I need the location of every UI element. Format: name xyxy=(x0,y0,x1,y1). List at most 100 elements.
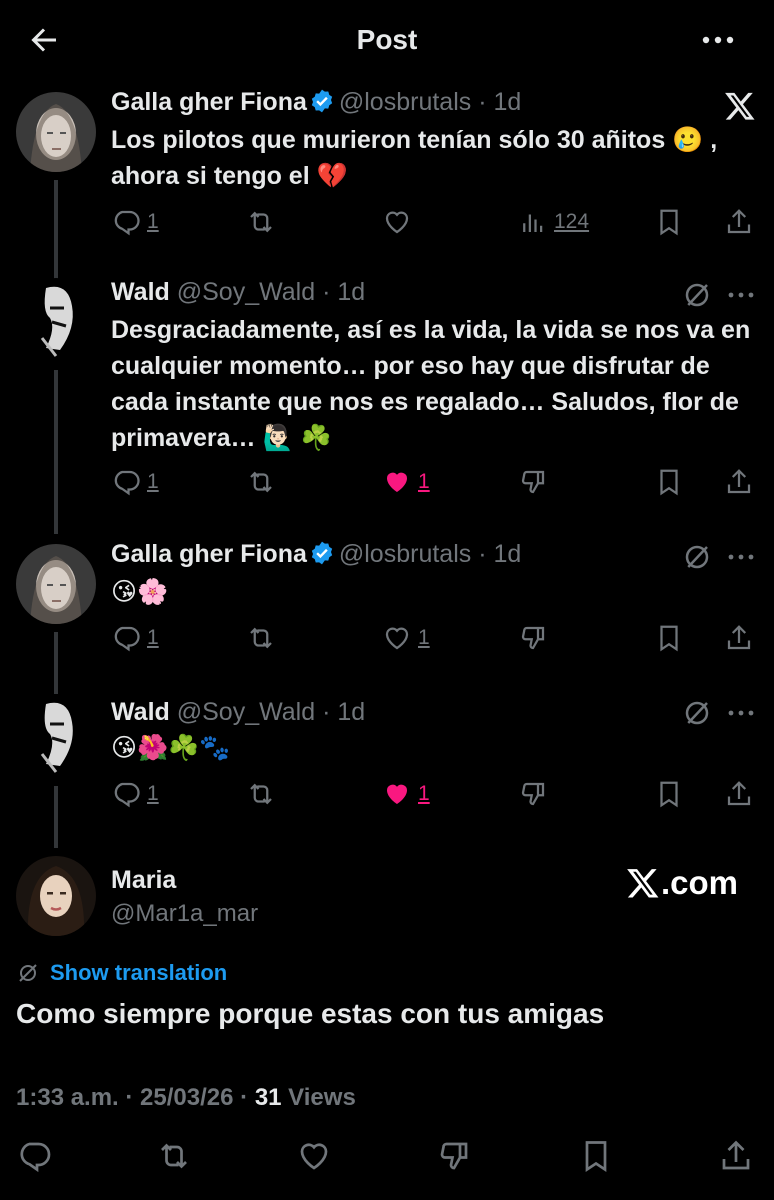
bookmark-button[interactable] xyxy=(654,204,684,240)
views-label: Views xyxy=(281,1084,356,1111)
views-button[interactable]: 124 xyxy=(518,204,589,240)
grok-icon[interactable] xyxy=(682,542,712,572)
avatar[interactable] xyxy=(16,92,96,172)
bookmark-icon xyxy=(660,469,678,496)
timestamp[interactable]: 1d xyxy=(337,278,365,306)
like-button[interactable] xyxy=(382,204,412,240)
reply-icon xyxy=(114,782,140,808)
grok-icon[interactable] xyxy=(682,698,712,728)
avatar[interactable] xyxy=(16,544,96,624)
handle[interactable]: @Mar1a_mar xyxy=(111,900,258,928)
tweet-text: Desgraciadamente, así es la vida, la vid… xyxy=(111,312,751,456)
separator-dot: · xyxy=(478,540,487,568)
dislike-button[interactable] xyxy=(518,776,548,812)
verified-badge-icon xyxy=(311,89,333,113)
reply-button[interactable]: 1 xyxy=(111,204,159,240)
avatar[interactable] xyxy=(16,856,96,936)
share-icon xyxy=(727,469,751,494)
reply-button[interactable]: 1 xyxy=(111,620,159,656)
tweet-text: Los pilotos que murieron tenían sólo 30 … xyxy=(111,122,751,194)
like-button[interactable]: 1 xyxy=(382,620,430,656)
dislike-button[interactable] xyxy=(436,1138,472,1174)
more-icon[interactable] xyxy=(726,548,756,566)
share-button[interactable] xyxy=(724,464,754,500)
share-button[interactable] xyxy=(718,1138,754,1174)
repost-button[interactable] xyxy=(246,464,276,500)
heart-filled-icon xyxy=(387,784,407,804)
separator-dot: · xyxy=(322,698,331,726)
handle[interactable]: @Soy_Wald xyxy=(177,698,315,726)
tweet-header: Galla gher Fiona @losbrutals · 1d xyxy=(111,88,521,117)
timestamp[interactable]: 1d xyxy=(337,698,365,726)
display-name[interactable]: Maria xyxy=(111,866,176,895)
reply-icon xyxy=(114,210,140,236)
display-name[interactable]: Galla gher Fiona xyxy=(111,540,307,568)
repost-button[interactable] xyxy=(246,204,276,240)
handle[interactable]: @losbrutals xyxy=(339,88,471,116)
share-icon xyxy=(727,781,751,806)
views-count: 124 xyxy=(554,210,590,233)
share-button[interactable] xyxy=(724,620,754,656)
bookmark-button[interactable] xyxy=(654,620,684,656)
tweet-header: Wald @Soy_Wald · 1d xyxy=(111,698,365,727)
thread-line xyxy=(54,180,58,280)
views-count: 31 xyxy=(254,1084,282,1111)
like-button[interactable] xyxy=(296,1138,332,1174)
reply-count: 1 xyxy=(147,210,159,233)
reply-icon xyxy=(20,1142,51,1173)
repost-button[interactable] xyxy=(246,620,276,656)
share-button[interactable] xyxy=(724,776,754,812)
tweet-meta: 1:33 a.m. · 25/03/26 · 31 Views xyxy=(16,1084,356,1112)
repost-button[interactable] xyxy=(246,776,276,812)
tweet[interactable]: Wald @Soy_Wald · 1d Desgraciadamente, as… xyxy=(0,276,774,534)
dislike-button[interactable] xyxy=(518,620,548,656)
grok-icon[interactable] xyxy=(682,280,712,310)
like-count: 1 xyxy=(418,470,430,493)
reply-icon xyxy=(114,470,140,496)
x-com-watermark: .com xyxy=(626,864,738,902)
bookmark-icon xyxy=(660,209,678,236)
show-translation-link[interactable]: Show translation xyxy=(16,960,227,986)
dislike-button[interactable] xyxy=(518,464,548,500)
tweet[interactable]: Galla gher Fiona @losbrutals · 1d 😘🌸 1 1 xyxy=(0,532,774,694)
reply-button[interactable]: 1 xyxy=(111,776,159,812)
tweet[interactable]: Wald @Soy_Wald · 1d 😘🌺☘️🐾 1 1 xyxy=(0,692,774,848)
tweet-actions: 1 1 xyxy=(111,776,756,812)
display-name[interactable]: Wald xyxy=(111,698,170,726)
main-tweet-text: Como siempre porque estas con tus amigas xyxy=(16,998,605,1029)
heart-filled-icon xyxy=(387,472,407,492)
more-icon[interactable] xyxy=(726,286,756,304)
post-timestamp: 1:33 a.m. · 25/03/26 · xyxy=(16,1084,255,1111)
bookmark-button[interactable] xyxy=(654,464,684,500)
more-icon[interactable] xyxy=(726,704,756,722)
tweet-text: 😘🌸 xyxy=(111,574,751,610)
more-icon[interactable] xyxy=(698,26,738,54)
like-button[interactable]: 1 xyxy=(382,464,430,500)
avatar[interactable] xyxy=(16,694,96,774)
x-logo-icon xyxy=(627,869,659,898)
like-count: 1 xyxy=(418,626,430,649)
tweet-actions: 1 1 xyxy=(111,464,756,500)
avatar[interactable] xyxy=(16,278,96,358)
share-button[interactable] xyxy=(724,204,754,240)
reply-count: 1 xyxy=(147,470,159,493)
bookmark-button[interactable] xyxy=(578,1138,614,1174)
tweet[interactable]: Galla gher Fiona @losbrutals · 1d Los pil… xyxy=(0,80,774,280)
reply-button[interactable] xyxy=(16,1138,52,1174)
repost-button[interactable] xyxy=(156,1138,192,1174)
display-name[interactable]: Galla gher Fiona xyxy=(111,88,307,116)
like-button[interactable]: 1 xyxy=(382,776,430,812)
timestamp[interactable]: 1d xyxy=(493,540,521,568)
reply-button[interactable]: 1 xyxy=(111,464,159,500)
heart-icon xyxy=(300,1143,328,1170)
timestamp[interactable]: 1d xyxy=(493,88,521,116)
bookmark-icon xyxy=(660,625,678,652)
handle[interactable]: @Soy_Wald xyxy=(177,278,315,306)
tweet-text-content: 😘🌸 xyxy=(111,577,169,606)
x-logo-icon xyxy=(725,92,755,120)
share-icon xyxy=(722,1140,750,1170)
bookmark-button[interactable] xyxy=(654,776,684,812)
handle[interactable]: @losbrutals xyxy=(339,540,471,568)
display-name[interactable]: Wald xyxy=(111,278,170,306)
repost-icon xyxy=(250,211,272,233)
